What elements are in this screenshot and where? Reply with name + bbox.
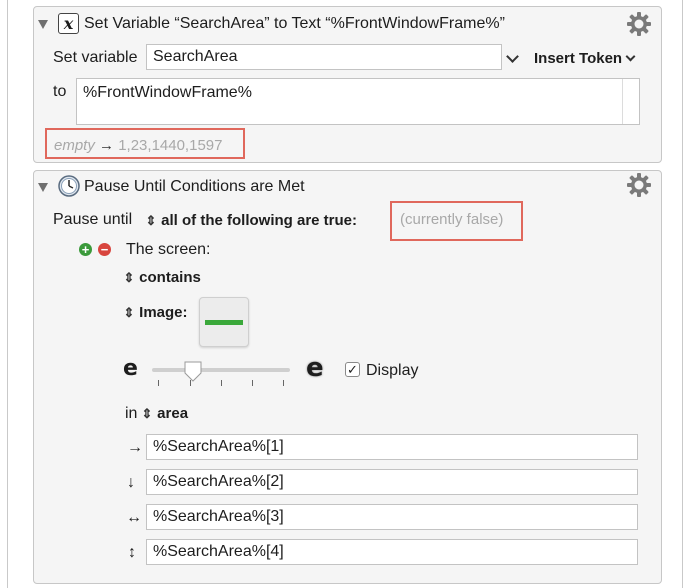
gear-icon[interactable] <box>626 11 652 42</box>
display-label: Display <box>366 362 419 379</box>
area-width-field[interactable]: %SearchArea%[3] <box>146 504 638 530</box>
preview-result: empty → 1,23,1440,1597 <box>54 137 222 154</box>
image-thumbnail <box>205 320 243 325</box>
image-label: Image: <box>139 304 188 321</box>
coord-top-arrow-icon: ↓ <box>127 474 135 491</box>
condition-mode-value: all of the following are true: <box>161 212 358 229</box>
area-height-value: %SearchArea%[4] <box>153 543 284 560</box>
preview-empty: empty <box>54 137 95 154</box>
area-left-field[interactable]: %SearchArea%[1] <box>146 434 638 460</box>
text-value: %FrontWindowFrame% <box>83 84 252 101</box>
clock-icon <box>58 175 80 202</box>
variable-menu-chevron-icon[interactable] <box>506 50 519 63</box>
updown-arrows-icon: ⇕ <box>123 305 135 320</box>
add-condition-icon[interactable]: + <box>79 243 92 256</box>
disclosure-triangle-icon[interactable] <box>38 20 48 29</box>
display-checkbox[interactable]: ✓ <box>345 362 360 377</box>
remove-condition-icon[interactable]: − <box>98 243 111 256</box>
image-popup[interactable]: ⇕ Image: <box>123 304 188 321</box>
fuzz-slider-thumb[interactable] <box>183 361 203 388</box>
disclosure-triangle-icon[interactable] <box>38 183 48 192</box>
updown-arrows-icon: ⇕ <box>145 213 157 228</box>
operator-popup[interactable]: ⇕ contains <box>123 269 201 286</box>
fuzz-slider-track[interactable] <box>152 368 290 372</box>
text-area-scrollbar[interactable] <box>622 79 639 124</box>
gear-icon[interactable] <box>626 172 652 203</box>
x-variable-icon: x <box>58 13 79 34</box>
area-top-value: %SearchArea%[2] <box>153 473 284 490</box>
insert-token-label: Insert Token <box>534 50 623 67</box>
coord-width-arrow-icon: ↔ <box>126 509 142 526</box>
area-width-value: %SearchArea%[3] <box>153 508 284 525</box>
in-label: in <box>125 405 138 422</box>
action-title: Pause Until Conditions are Met <box>84 178 305 195</box>
preview-value: 1,23,1440,1597 <box>118 137 223 154</box>
fuzz-high-icon: e <box>306 353 324 383</box>
slider-tick <box>283 380 284 386</box>
insert-token-button[interactable]: Insert Token <box>534 50 622 67</box>
area-popup[interactable]: ⇕ area <box>141 405 189 422</box>
preview-arrow: → <box>99 137 115 154</box>
text-value-area[interactable]: %FrontWindowFrame% <box>76 78 640 125</box>
condition-subject[interactable]: The screen: <box>126 241 210 259</box>
action-title: Set Variable “SearchArea” to Text “%Fron… <box>84 15 505 32</box>
variable-name-field[interactable]: SearchArea <box>146 44 502 70</box>
pause-until-label: Pause until <box>53 211 133 228</box>
updown-arrows-icon: ⇕ <box>141 406 153 421</box>
area-left-value: %SearchArea%[1] <box>153 438 284 455</box>
area-top-field[interactable]: %SearchArea%[2] <box>146 469 638 495</box>
coord-height-arrow-icon: ↕ <box>128 544 136 561</box>
condition-status: (currently false) <box>400 211 504 228</box>
insert-token-chevron-icon[interactable] <box>625 51 636 62</box>
operator-value: contains <box>139 269 201 286</box>
slider-tick <box>252 380 253 386</box>
slider-tick <box>221 380 222 386</box>
area-label: area <box>157 405 189 422</box>
image-well[interactable] <box>199 297 249 347</box>
set-variable-label: Set variable <box>53 49 138 66</box>
updown-arrows-icon: ⇕ <box>123 270 135 285</box>
variable-name-value: SearchArea <box>153 48 238 65</box>
area-height-field[interactable]: %SearchArea%[4] <box>146 539 638 565</box>
coord-left-arrow-icon: → <box>127 439 143 456</box>
condition-mode-popup[interactable]: ⇕ all of the following are true: <box>145 212 357 229</box>
slider-tick <box>158 380 159 386</box>
window-left-edge <box>7 0 8 588</box>
to-label: to <box>53 83 67 100</box>
window-right-edge <box>682 0 683 588</box>
fuzz-low-icon: e <box>123 356 138 381</box>
